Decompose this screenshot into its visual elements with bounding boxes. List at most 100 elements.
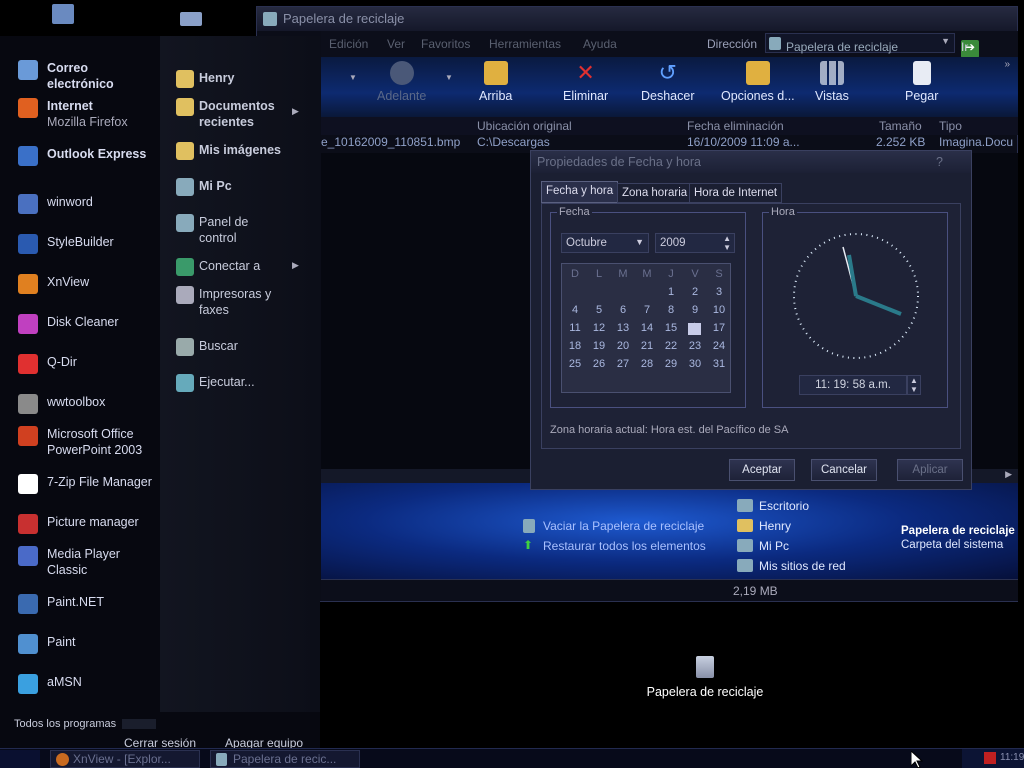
details-name: Papelera de reciclaje xyxy=(901,525,1015,537)
window-titlebar[interactable]: Papelera de reciclaje xyxy=(257,7,1017,31)
desktop-recycle-bin[interactable]: Papelera de reciclaje xyxy=(630,656,780,702)
forward-dropdown-icon[interactable]: ▼ xyxy=(445,73,453,82)
col-size[interactable]: Tamaño xyxy=(879,119,922,133)
calendar-day[interactable]: 1 xyxy=(660,286,682,298)
calendar-day[interactable]: 5 xyxy=(588,304,610,316)
calendar-day[interactable]: 12 xyxy=(588,322,610,334)
tab-internet-time[interactable]: Hora de Internet xyxy=(689,183,783,203)
restore-all-link[interactable]: ⬆ Restaurar todos los elementos xyxy=(523,538,706,553)
all-programs-button[interactable]: Todos los programas xyxy=(14,718,116,730)
menu-favorites[interactable]: Favoritos xyxy=(421,37,470,51)
time-input[interactable]: 11: 19: 58 a.m. xyxy=(799,375,907,395)
place-desktop[interactable]: Escritorio xyxy=(737,499,809,513)
calendar-day[interactable]: 17 xyxy=(708,322,730,334)
up-button[interactable]: Arriba xyxy=(479,61,512,103)
calendar-day[interactable]: 2 xyxy=(684,286,706,298)
views-button[interactable]: Vistas xyxy=(815,61,849,103)
help-button[interactable]: ? xyxy=(936,155,943,169)
calendar-day[interactable]: 15 xyxy=(660,322,682,334)
folder-icon xyxy=(737,519,753,532)
clock[interactable]: 11:19 xyxy=(1000,752,1024,763)
file-original-location: C:\Descargas xyxy=(477,135,550,149)
month-select[interactable]: Octubre ▼ xyxy=(561,233,649,253)
place-network[interactable]: Mis sitios de red xyxy=(737,559,846,573)
menu-view[interactable]: Ver xyxy=(387,37,405,51)
calendar-day[interactable]: 28 xyxy=(636,358,658,370)
tab-date-time[interactable]: Fecha y hora xyxy=(541,181,619,203)
place-label: Buscar xyxy=(199,339,238,353)
all-programs-arrow-icon xyxy=(122,719,156,729)
cancel-button[interactable]: Cancelar xyxy=(811,459,877,481)
calendar-day-selected[interactable]: 16 xyxy=(688,323,701,335)
calendar-day[interactable]: 7 xyxy=(636,304,658,316)
place-henry[interactable]: Henry xyxy=(737,519,792,533)
delete-button[interactable]: ✕ Eliminar xyxy=(563,61,608,104)
calendar-day[interactable]: 13 xyxy=(612,322,634,334)
calendar-day[interactable]: 19 xyxy=(588,340,610,352)
calendar-day[interactable]: 4 xyxy=(564,304,586,316)
calendar-day[interactable]: 25 xyxy=(564,358,586,370)
desktop-icon xyxy=(737,499,753,512)
paste-button[interactable]: Pegar xyxy=(905,61,938,103)
menu-tools[interactable]: Herramientas xyxy=(489,37,561,51)
place-sublabel: faxes xyxy=(199,303,229,317)
calendar-day[interactable]: 18 xyxy=(564,340,586,352)
paste-icon xyxy=(912,61,931,85)
calendar-day[interactable]: 26 xyxy=(588,358,610,370)
calendar-day[interactable]: 10 xyxy=(708,304,730,316)
tray-icon[interactable] xyxy=(984,752,996,764)
chevron-down-icon[interactable]: ▼ xyxy=(941,36,950,46)
place-icon xyxy=(176,142,194,160)
empty-recycle-bin-link[interactable]: Vaciar la Papelera de reciclaje xyxy=(523,519,704,533)
scroll-right-icon[interactable]: ▶ xyxy=(1005,469,1012,480)
calendar-day[interactable]: 8 xyxy=(660,304,682,316)
menu-help[interactable]: Ayuda xyxy=(583,37,617,51)
toolbar-overflow-icon[interactable]: » xyxy=(1004,59,1010,70)
place-my-computer[interactable]: Mi Pc xyxy=(737,539,789,553)
place-henry-label: Henry xyxy=(759,519,792,533)
calendar-day[interactable]: 6 xyxy=(612,304,634,316)
taskbar-task-recycle[interactable]: Papelera de recic... xyxy=(210,750,360,768)
calendar-day[interactable]: 14 xyxy=(636,322,658,334)
calendar-day[interactable]: 23 xyxy=(684,340,706,352)
weekday-header: D xyxy=(571,268,579,280)
col-original-location[interactable]: Ubicación original xyxy=(477,119,572,133)
calendar-day[interactable]: 3 xyxy=(708,286,730,298)
col-deleted-date[interactable]: Fecha eliminación xyxy=(687,119,784,133)
file-name: e_10162009_110851.bmp xyxy=(321,135,461,149)
place-icon xyxy=(176,98,194,116)
time-spinner[interactable]: ▲ ▼ xyxy=(907,375,921,395)
calendar-day[interactable]: 21 xyxy=(636,340,658,352)
folder-options-button[interactable]: Opciones d... xyxy=(721,61,795,103)
date-time-dialog[interactable]: Propiedades de Fecha y hora ? Fecha y ho… xyxy=(530,150,972,490)
taskbar-task-xnview[interactable]: XnView - [Explor... xyxy=(50,750,200,768)
year-spinner[interactable]: 2009 ▲ ▼ xyxy=(655,233,735,253)
place-label: Documentos xyxy=(199,99,275,113)
apply-button[interactable]: Aplicar xyxy=(897,459,963,481)
calendar-day[interactable]: 24 xyxy=(708,340,730,352)
col-type[interactable]: Tipo xyxy=(939,119,962,133)
calendar-day[interactable]: 22 xyxy=(660,340,682,352)
menu-edit[interactable]: Edición xyxy=(329,37,368,51)
ok-button[interactable]: Aceptar xyxy=(729,459,795,481)
weekday-header: M xyxy=(618,268,628,280)
back-dropdown-icon[interactable]: ▼ xyxy=(349,73,357,82)
start-button[interactable] xyxy=(0,750,40,768)
undo-button[interactable]: ↺ Deshacer xyxy=(641,61,695,104)
calendar-day[interactable]: 9 xyxy=(684,304,706,316)
views-icon xyxy=(819,61,844,85)
address-input[interactable]: Papelera de reciclaje ▼ xyxy=(765,33,955,54)
start-menu-footer: Todos los programas Cerrar sesión Apagar… xyxy=(0,712,320,750)
calendar-day[interactable]: 27 xyxy=(612,358,634,370)
dialog-titlebar[interactable]: Propiedades de Fecha y hora ? xyxy=(531,151,971,173)
calendar-day[interactable]: 11 xyxy=(564,322,586,334)
calendar-day[interactable]: 20 xyxy=(612,340,634,352)
calendar-day[interactable]: 30 xyxy=(684,358,706,370)
spinner-arrows-icon[interactable]: ▲ ▼ xyxy=(723,234,731,252)
tab-time-zone[interactable]: Zona horaria xyxy=(617,183,693,203)
start-menu: Correo electrónico Internet Mozilla Firefox… xyxy=(0,36,320,750)
place-label: Henry xyxy=(199,71,235,85)
calendar-day[interactable]: 31 xyxy=(708,358,730,370)
forward-button[interactable]: Adelante xyxy=(377,61,426,103)
calendar-day[interactable]: 29 xyxy=(660,358,682,370)
